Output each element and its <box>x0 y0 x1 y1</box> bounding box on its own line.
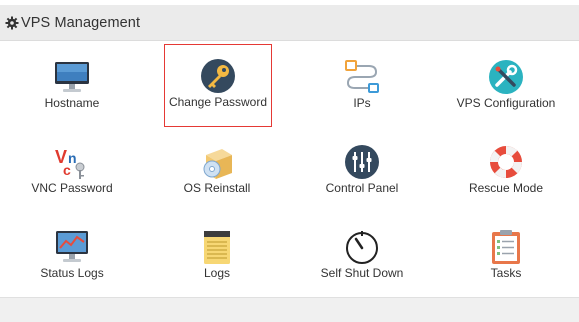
tile-ips[interactable]: IPs <box>292 45 432 125</box>
tile-label: Logs <box>203 266 231 280</box>
tile-label: Tasks <box>490 266 522 280</box>
tile-change-password[interactable]: Change Password <box>164 44 272 127</box>
tile-rescue-mode[interactable]: Rescue Mode <box>436 130 576 210</box>
vnc-key-icon: V n c <box>55 147 85 179</box>
tile-self-shut-down[interactable]: Self Shut Down <box>292 215 432 295</box>
notepad-icon <box>204 231 230 264</box>
tile-label: VPS Configuration <box>456 96 556 110</box>
tile-label: Change Password <box>168 95 268 109</box>
tile-vps-configuration[interactable]: VPS Configuration <box>436 45 576 125</box>
tile-label: VNC Password <box>31 181 113 195</box>
tile-hostname[interactable]: Hostname <box>2 45 142 125</box>
tile-label: Self Shut Down <box>320 266 404 280</box>
tile-logs[interactable]: Logs <box>147 215 287 295</box>
tile-tasks[interactable]: Tasks <box>436 215 576 295</box>
power-icon <box>346 231 378 264</box>
tile-label: OS Reinstall <box>183 181 251 195</box>
tile-label: IPs <box>353 96 371 110</box>
tile-vnc-password[interactable]: V n c VNC Password <box>2 130 142 210</box>
tile-label: Hostname <box>44 96 100 110</box>
chart-monitor-icon <box>56 231 88 262</box>
tile-label: Control Panel <box>325 181 399 195</box>
key-icon <box>201 59 235 93</box>
tile-label: Status Logs <box>40 266 104 280</box>
gear-icon <box>5 16 19 30</box>
os-box-icon <box>203 149 232 179</box>
tile-status-logs[interactable]: Status Logs <box>2 215 142 295</box>
tile-label: Rescue Mode <box>468 181 544 195</box>
tile-control-panel[interactable]: Control Panel <box>292 130 432 210</box>
tile-os-reinstall[interactable]: OS Reinstall <box>147 130 287 210</box>
sliders-icon <box>345 145 379 179</box>
monitor-icon <box>55 62 89 92</box>
panel-footer <box>0 297 579 322</box>
lifebuoy-icon <box>490 146 522 178</box>
network-icon <box>345 60 379 93</box>
tools-icon <box>489 60 523 94</box>
panel-title: VPS Management <box>21 15 141 31</box>
panel-header: VPS Management <box>0 5 579 41</box>
clipboard-icon <box>492 230 520 264</box>
svg-text:c: c <box>63 162 71 178</box>
